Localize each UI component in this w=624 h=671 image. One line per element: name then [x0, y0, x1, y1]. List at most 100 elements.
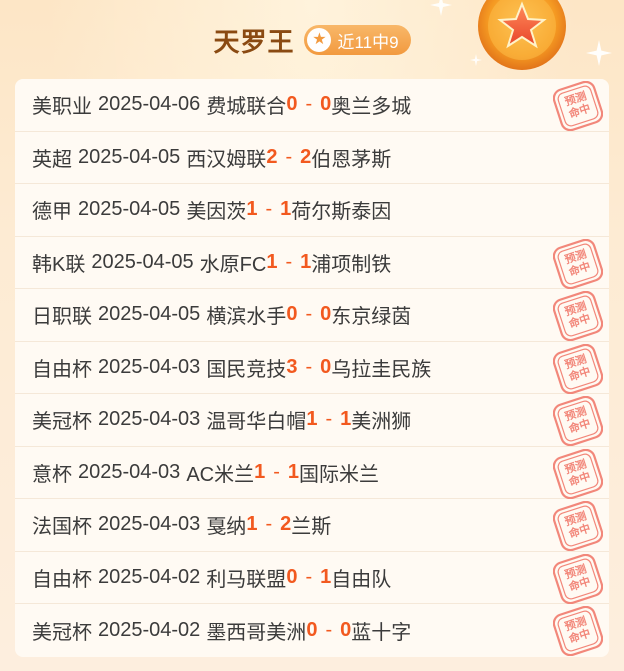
score-dash: - — [265, 198, 273, 221]
league-name: 美冠杯 — [32, 621, 92, 644]
prediction-hit-stamp: 预测 命中 — [552, 290, 604, 342]
match-date: 2025-04-02 — [98, 618, 201, 641]
home-score: 1 — [246, 513, 258, 536]
score-dash: - — [285, 145, 293, 168]
match-date: 2025-04-05 — [98, 303, 201, 326]
home-score: 0 — [286, 565, 298, 588]
home-score: 1 — [254, 460, 266, 483]
match-row[interactable]: 美冠杯 2025-04-02 墨西哥美洲 0 - 0 蓝十字 预测 命中 — [15, 604, 609, 657]
score-dash: - — [265, 513, 273, 536]
score-dash: - — [305, 93, 313, 116]
score-dash: - — [305, 355, 313, 378]
home-team: 墨西哥美洲 — [206, 621, 307, 644]
match-row[interactable]: 韩K联 2025-04-05 水原FC 1 - 1 浦项制铁 预测 命中 — [15, 237, 609, 289]
prediction-hit-stamp: 预测 命中 — [552, 343, 604, 394]
away-team: 伯恩茅斯 — [311, 148, 392, 171]
away-score: 0 — [320, 303, 332, 326]
home-score: 0 — [286, 303, 298, 326]
away-team: 美洲狮 — [351, 411, 412, 434]
expert-header: 天罗王 ★ 近11中9 — [0, 18, 624, 62]
match-row[interactable]: 美冠杯 2025-04-03 温哥华白帽 1 - 1 美洲狮 预测 命中 — [15, 394, 609, 447]
match-row[interactable]: 德甲 2025-04-05 美因茨 1 - 1 荷尔斯泰因 — [15, 184, 609, 237]
match-row[interactable]: 法国杯 2025-04-03 戛纳 1 - 2 兰斯 预测 命中 — [15, 499, 609, 552]
league-name: 法国杯 — [32, 516, 92, 539]
away-team: 浦项制铁 — [311, 253, 392, 276]
match-row[interactable]: 英超 2025-04-05 西汉姆联 2 - 2 伯恩茅斯 — [15, 132, 609, 184]
prediction-hit-stamp: 预测 命中 — [552, 395, 604, 447]
score-dash: - — [325, 408, 333, 431]
home-score: 3 — [286, 355, 298, 378]
home-score: 0 — [306, 618, 318, 641]
away-team: 国际米兰 — [299, 463, 380, 486]
match-date: 2025-04-05 — [91, 250, 194, 273]
prediction-hit-stamp: 预测 命中 — [552, 553, 604, 604]
away-team: 奥兰多城 — [331, 96, 412, 119]
away-team: 东京绿茵 — [331, 306, 412, 329]
home-team: 费城联合 — [206, 96, 287, 119]
match-date: 2025-04-02 — [98, 565, 201, 588]
match-date: 2025-04-03 — [78, 460, 181, 483]
expert-name: 天罗王 — [213, 26, 295, 57]
score-dash: - — [325, 618, 333, 641]
home-score: 0 — [286, 93, 298, 116]
match-row[interactable]: 意杯 2025-04-03 AC米兰 1 - 1 国际米兰 预测 命中 — [15, 447, 609, 499]
away-team: 荷尔斯泰因 — [291, 201, 392, 224]
home-team: 利马联盟 — [206, 568, 287, 591]
match-date: 2025-04-05 — [78, 198, 181, 221]
score-dash: - — [285, 250, 293, 273]
league-name: 日职联 — [32, 306, 92, 329]
away-score: 0 — [320, 93, 332, 116]
away-score: 1 — [280, 198, 292, 221]
league-name: 英超 — [32, 148, 72, 171]
away-score: 1 — [320, 565, 332, 588]
away-team: 乌拉圭民族 — [331, 358, 432, 381]
match-date: 2025-04-06 — [98, 93, 201, 116]
home-team: 西汉姆联 — [186, 148, 267, 171]
expert-record-panel: 天罗王 ★ 近11中9 美职业 2025-04-06 费城联合 0 - 0 奥兰… — [0, 0, 624, 671]
score-dash: - — [305, 565, 313, 588]
record-text: 近11中9 — [337, 32, 399, 52]
away-team: 自由队 — [331, 568, 392, 591]
match-row[interactable]: 自由杯 2025-04-03 国民竞技 3 - 0 乌拉圭民族 预测 命中 — [15, 342, 609, 394]
prediction-hit-stamp: 预测 命中 — [552, 605, 604, 657]
away-score: 0 — [320, 355, 332, 378]
home-score: 1 — [306, 408, 318, 431]
away-score: 1 — [300, 250, 312, 273]
home-team: 戛纳 — [206, 516, 247, 539]
away-score: 2 — [300, 145, 312, 168]
match-date: 2025-04-05 — [78, 145, 181, 168]
record-badge: ★ 近11中9 — [304, 25, 411, 55]
league-name: 德甲 — [32, 201, 72, 224]
home-score: 1 — [266, 250, 278, 273]
match-date: 2025-04-03 — [98, 513, 201, 536]
home-team: 国民竞技 — [206, 358, 287, 381]
star-icon: ★ — [307, 28, 332, 52]
match-list: 美职业 2025-04-06 费城联合 0 - 0 奥兰多城 预测 命中 英超 … — [15, 79, 609, 657]
league-name: 美职业 — [32, 96, 92, 119]
match-date: 2025-04-03 — [98, 355, 201, 378]
match-row[interactable]: 美职业 2025-04-06 费城联合 0 - 0 奥兰多城 预测 命中 — [15, 79, 609, 132]
sparkle-icon — [430, 0, 452, 16]
home-team: 温哥华白帽 — [206, 411, 307, 434]
away-score: 0 — [340, 618, 352, 641]
league-name: 自由杯 — [32, 358, 92, 381]
prediction-hit-stamp: 预测 命中 — [552, 448, 604, 499]
home-team: AC米兰 — [186, 463, 255, 486]
away-score: 2 — [280, 513, 292, 536]
home-score: 2 — [266, 145, 278, 168]
away-score: 1 — [340, 408, 352, 431]
score-dash: - — [273, 460, 280, 483]
home-team: 水原FC — [199, 253, 267, 276]
league-name: 意杯 — [32, 463, 72, 486]
away-team: 蓝十字 — [351, 621, 412, 644]
match-row[interactable]: 自由杯 2025-04-02 利马联盟 0 - 1 自由队 预测 命中 — [15, 552, 609, 604]
home-team: 美因茨 — [186, 201, 247, 224]
league-name: 自由杯 — [32, 568, 92, 591]
score-dash: - — [305, 303, 313, 326]
match-row[interactable]: 日职联 2025-04-05 横滨水手 0 - 0 东京绿茵 预测 命中 — [15, 289, 609, 342]
league-name: 韩K联 — [32, 253, 86, 276]
away-team: 兰斯 — [291, 516, 332, 539]
home-team: 横滨水手 — [206, 306, 287, 329]
away-score: 1 — [287, 460, 300, 483]
prediction-hit-stamp: 预测 命中 — [552, 80, 604, 132]
